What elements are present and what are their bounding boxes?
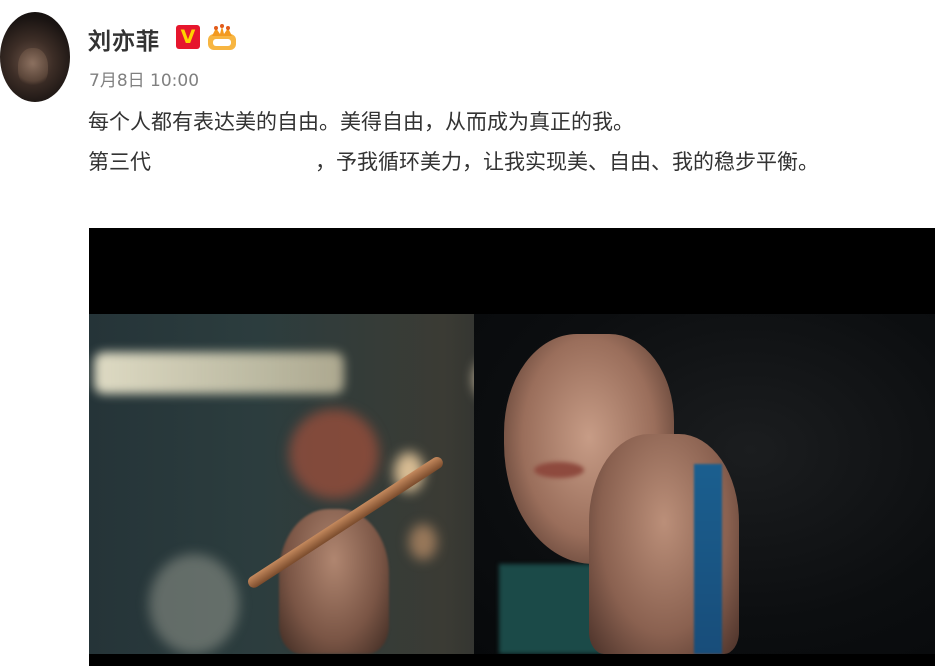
lips [534,462,584,478]
video-frame [89,314,935,654]
bokeh-light [409,524,437,560]
crown-member-icon [208,24,236,50]
post-timestamp[interactable]: 7月8日 10:00 [89,66,199,91]
verified-v-icon: V [176,25,200,49]
username[interactable]: 刘亦菲 [88,22,160,56]
video-player[interactable] [89,228,935,666]
letterbox-bar [89,654,935,666]
bokeh-light [289,409,379,499]
bokeh-light [149,554,239,654]
background-light [94,352,344,394]
avatar[interactable] [0,12,70,102]
post-text-line-2-suffix: ，予我循环美力，让我实现美、自由、我的稳步平衡。 [315,150,819,174]
post-text-line-2: 第三代 ，予我循环美力，让我实现美、自由、我的稳步平衡。 [88,146,819,176]
post-text-line-1: 每个人都有表达美的自由。美得自由，从而成为真正的我。 [88,110,634,134]
post-text-line-2-prefix: 第三代 [88,150,151,174]
blue-fabric [694,464,722,654]
weibo-post: 刘亦菲 V 7月8日 10:00 每个人都有表达美的自由。美得自由，从而成为真正… [0,0,935,666]
